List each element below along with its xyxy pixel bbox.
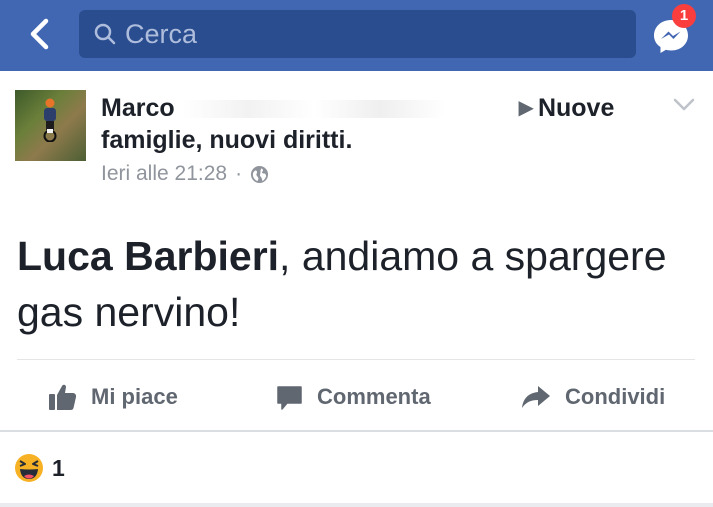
chevron-left-icon xyxy=(30,18,49,50)
post-options-button[interactable] xyxy=(672,96,696,114)
search-input[interactable] xyxy=(125,10,625,58)
author-name[interactable]: Marco xyxy=(101,94,175,122)
chevron-down-icon xyxy=(673,98,695,111)
share-button[interactable]: Condividi xyxy=(521,374,665,420)
comment-button[interactable]: Commenta xyxy=(276,374,431,420)
search-bar[interactable] xyxy=(79,10,636,58)
triangle-right-icon: ▶ xyxy=(518,97,534,119)
like-label: Mi piace xyxy=(91,384,178,409)
haha-reaction-icon xyxy=(15,454,43,482)
notification-badge: 1 xyxy=(672,4,696,28)
meta-separator: · xyxy=(235,162,243,185)
share-label: Condividi xyxy=(565,384,666,409)
post-meta: Ieri alle 21:28 · xyxy=(101,162,269,186)
reactions-summary[interactable]: 1 xyxy=(14,452,65,484)
post-timestamp[interactable]: Ieri alle 21:28 xyxy=(101,162,227,186)
comment-icon xyxy=(277,385,302,410)
search-icon xyxy=(94,23,116,45)
share-arrow-icon xyxy=(522,386,550,408)
divider xyxy=(17,359,695,360)
post-message: Luca Barbieri, andiamo a spargere gas ne… xyxy=(17,228,697,340)
avatar[interactable] xyxy=(15,90,86,161)
section-divider xyxy=(0,430,713,432)
thumbs-up-icon xyxy=(49,384,77,410)
cyclist-photo xyxy=(43,98,57,142)
globe-icon xyxy=(251,165,269,183)
reaction-count: 1 xyxy=(52,454,65,481)
feed-separator xyxy=(0,503,713,507)
like-button[interactable]: Mi piace xyxy=(48,374,178,420)
back-button[interactable] xyxy=(22,14,62,54)
post-header: Marco ▶ Nuove famiglie, nuovi diritti. xyxy=(101,92,661,156)
mention-link[interactable]: Luca Barbieri xyxy=(17,233,279,279)
top-navigation-bar: 1 xyxy=(0,0,713,71)
comment-label: Commenta xyxy=(317,384,431,409)
redacted-surname xyxy=(181,100,512,119)
